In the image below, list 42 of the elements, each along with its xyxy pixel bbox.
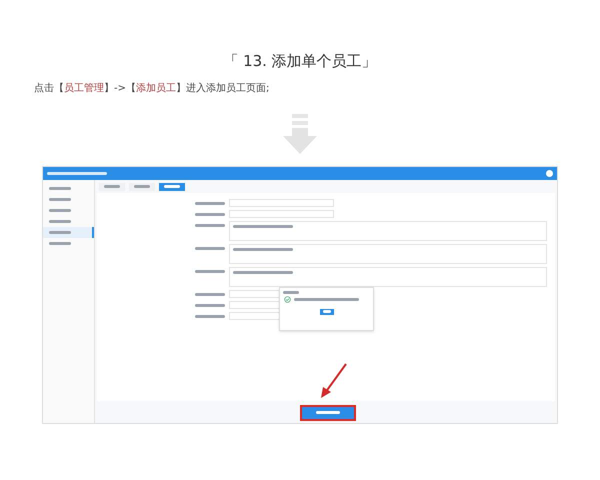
illegible-label	[47, 172, 107, 174]
user-avatar-icon	[546, 170, 553, 176]
illegible-label	[294, 298, 359, 300]
heading: 「 13. 添加单个员工」	[223, 51, 377, 72]
illegible-label	[316, 411, 340, 414]
illegible-label	[195, 270, 225, 272]
illegible-label	[49, 230, 71, 234]
page-tab[interactable]	[159, 182, 185, 190]
illegible-label	[283, 290, 299, 294]
confirm-button[interactable]	[320, 308, 334, 314]
illegible-label	[195, 292, 225, 296]
illegible-label	[322, 310, 330, 313]
illegible-label	[195, 314, 225, 318]
check-circle-icon	[284, 296, 291, 302]
text-area[interactable]	[229, 244, 547, 264]
illegible-label	[195, 224, 225, 226]
illegible-label	[195, 304, 225, 306]
illegible-label	[49, 220, 71, 222]
illegible-label	[49, 208, 71, 212]
illegible-label	[134, 185, 150, 188]
illegible-label	[49, 186, 71, 190]
illegible-label	[195, 212, 225, 216]
illegible-label	[49, 198, 71, 200]
illegible-label	[195, 246, 225, 250]
instruction-text: 点击【员工管理】->【添加员工】进入添加员工页面;	[34, 82, 270, 96]
down-arrow-icon	[283, 114, 317, 154]
pointer-arrow	[319, 362, 349, 398]
save-button[interactable]	[300, 404, 356, 420]
page-tab[interactable]	[99, 182, 125, 190]
illegible-label	[104, 185, 120, 188]
illegible-label	[233, 270, 293, 274]
illegible-label	[164, 185, 180, 188]
sidebar-item[interactable]	[43, 226, 94, 238]
text-area[interactable]	[229, 266, 547, 286]
page-tab[interactable]	[129, 182, 155, 190]
illegible-label	[195, 202, 225, 204]
input-field[interactable]	[229, 198, 334, 206]
input-field[interactable]	[229, 210, 334, 218]
illegible-label	[233, 224, 293, 228]
illegible-label	[233, 248, 293, 250]
text-area[interactable]	[229, 220, 547, 240]
illegible-label	[49, 242, 71, 244]
